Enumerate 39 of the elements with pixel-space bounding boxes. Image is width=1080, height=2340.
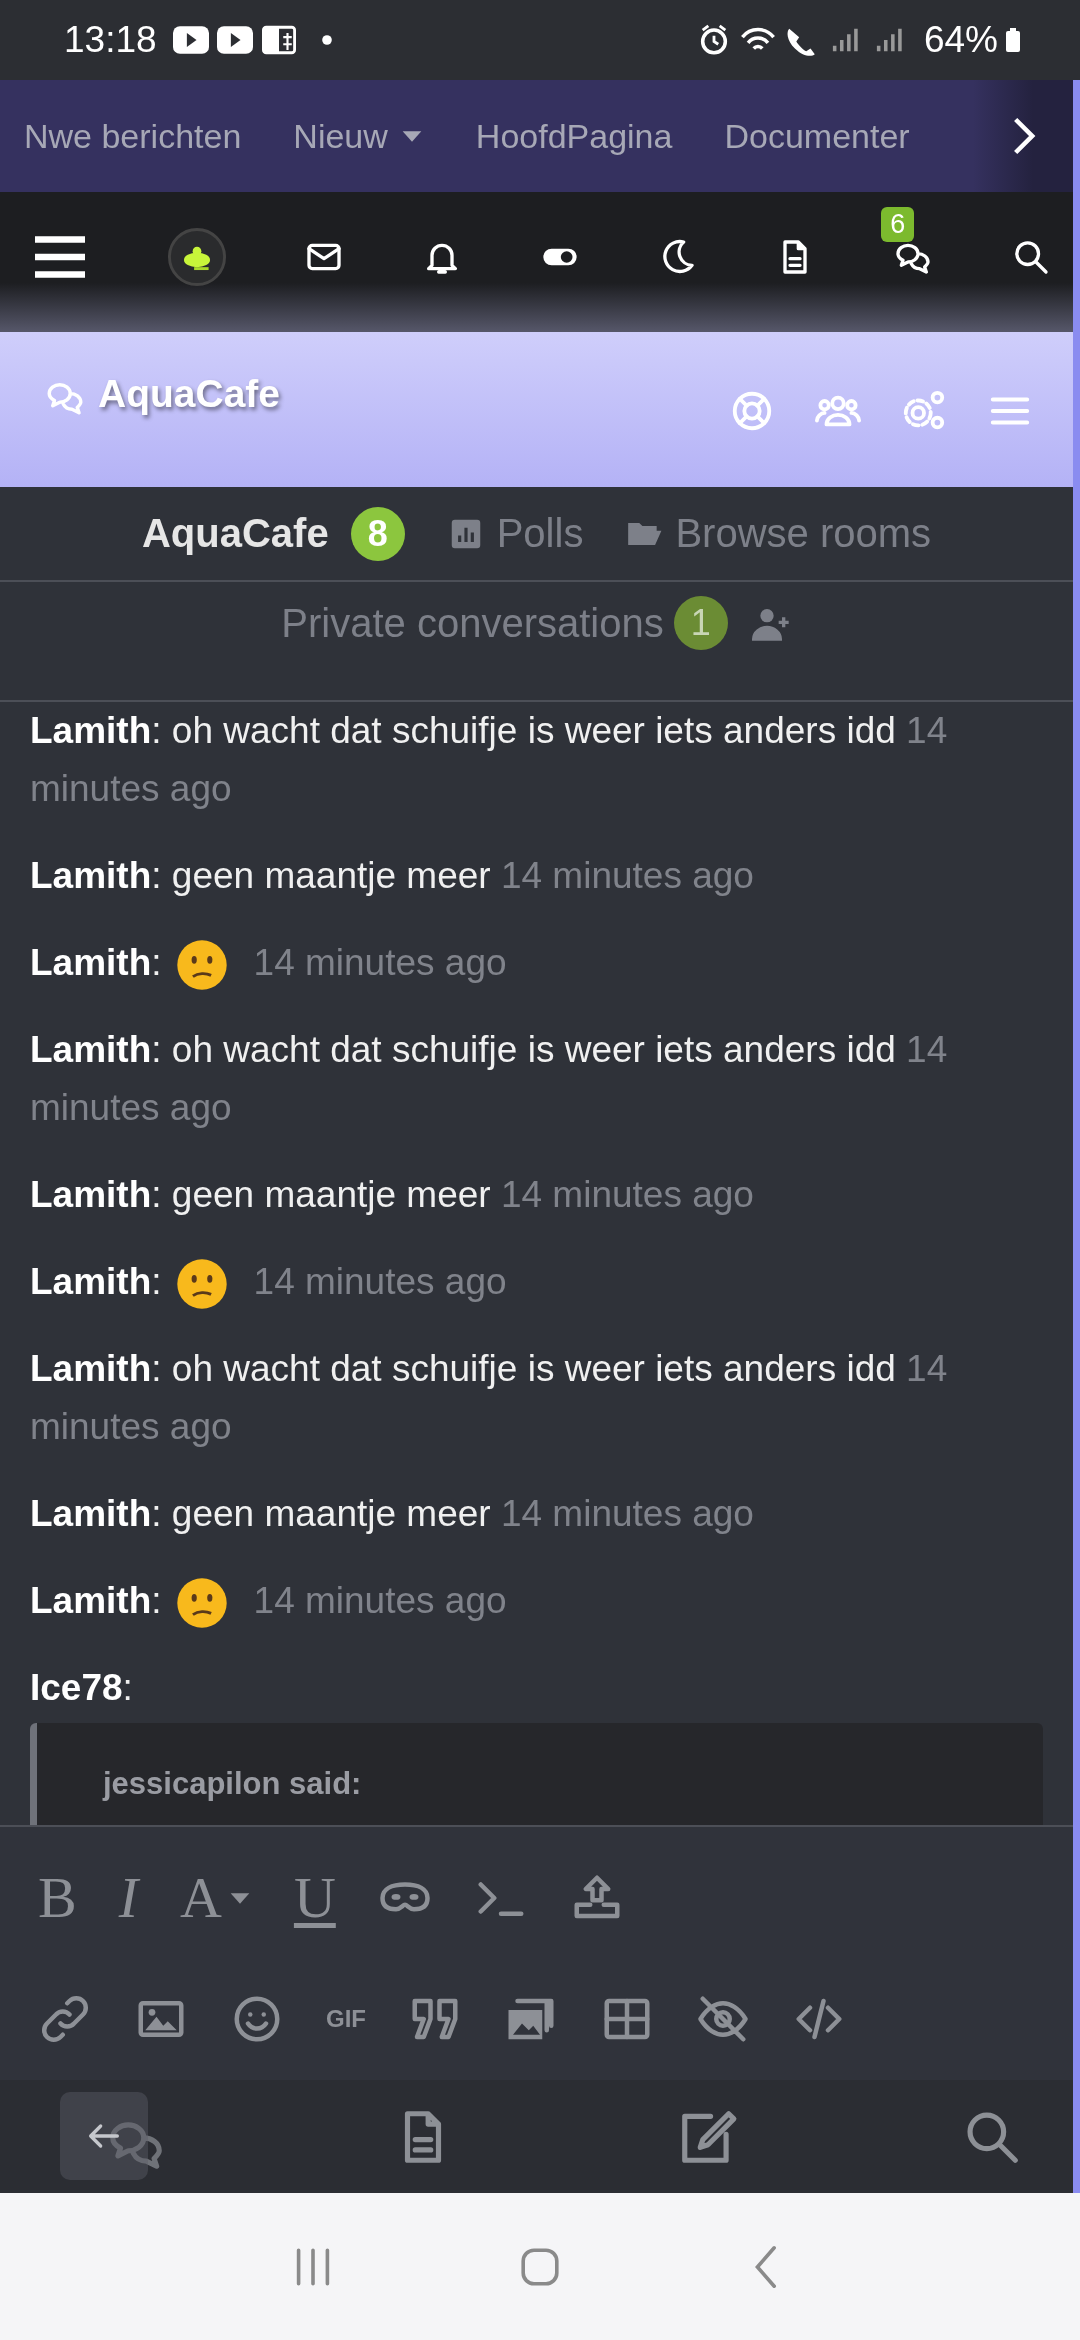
username[interactable]: Ice78: — [30, 1667, 133, 1708]
play-icon — [172, 23, 209, 57]
chat-message: Lamith: geen maantje meer 14 minutes ago — [30, 1492, 755, 1536]
chat-message: Lamith: oh wacht dat schuifje is weer iets anders idd 14 minutes ago — [30, 1028, 949, 1130]
play-icon — [216, 23, 253, 57]
chat-message: Lamith: geen maantje meer 14 minutes ago — [30, 854, 755, 898]
timestamp: 14 minutes ago — [253, 1580, 507, 1621]
chat-message: Lamith: oh wacht dat schuifje is weer iets anders idd 14 minutes ago — [30, 709, 949, 811]
private-conversations-tab[interactable]: Private conversations 1 — [281, 596, 728, 650]
username[interactable]: Lamith: — [30, 1261, 162, 1302]
nav-link[interactable]: Nwe berichten — [24, 116, 242, 156]
bold-button[interactable]: B — [38, 1866, 77, 1929]
tab[interactable]: AquaCafe 8 — [142, 506, 405, 561]
confused-face-icon — [175, 1577, 228, 1630]
dot-icon — [320, 34, 333, 46]
timestamp: 14 minutes ago — [253, 1261, 507, 1302]
avatar[interactable] — [167, 228, 226, 286]
nav-link[interactable]: Documenter — [724, 116, 910, 156]
username[interactable]: Lamith: — [30, 1580, 162, 1621]
timestamp: 14 minutes ago — [253, 942, 507, 983]
confused-face-icon — [175, 1258, 228, 1311]
nav-link[interactable]: HoofdPagina — [475, 116, 673, 156]
quote-author: jessicapilon said: — [103, 1766, 362, 1801]
confused-face-icon — [175, 939, 228, 992]
underline-button[interactable]: U — [293, 1866, 336, 1929]
username[interactable]: Lamith: — [30, 942, 162, 983]
battery-icon — [1006, 27, 1020, 53]
notification-badge: 6 — [881, 207, 915, 242]
chat-message: Lamith: geen maantje meer 14 minutes ago — [30, 1173, 755, 1217]
back-button[interactable] — [60, 2091, 148, 2180]
clock: 13:18 — [64, 19, 157, 61]
tab[interactable]: Polls — [446, 511, 584, 556]
tab[interactable]: Browse rooms — [625, 511, 931, 556]
text-color-button[interactable]: A — [180, 1866, 252, 1929]
room-title: AquaCafe — [98, 372, 281, 416]
gif-button[interactable]: GIF — [326, 1988, 366, 2051]
chat-message: Lamith: oh wacht dat schuifje is weer iets anders idd 14 minutes ago — [30, 1347, 949, 1449]
nav-link[interactable]: Nieuw — [293, 116, 424, 156]
battery-percentage: 64% — [923, 19, 998, 61]
